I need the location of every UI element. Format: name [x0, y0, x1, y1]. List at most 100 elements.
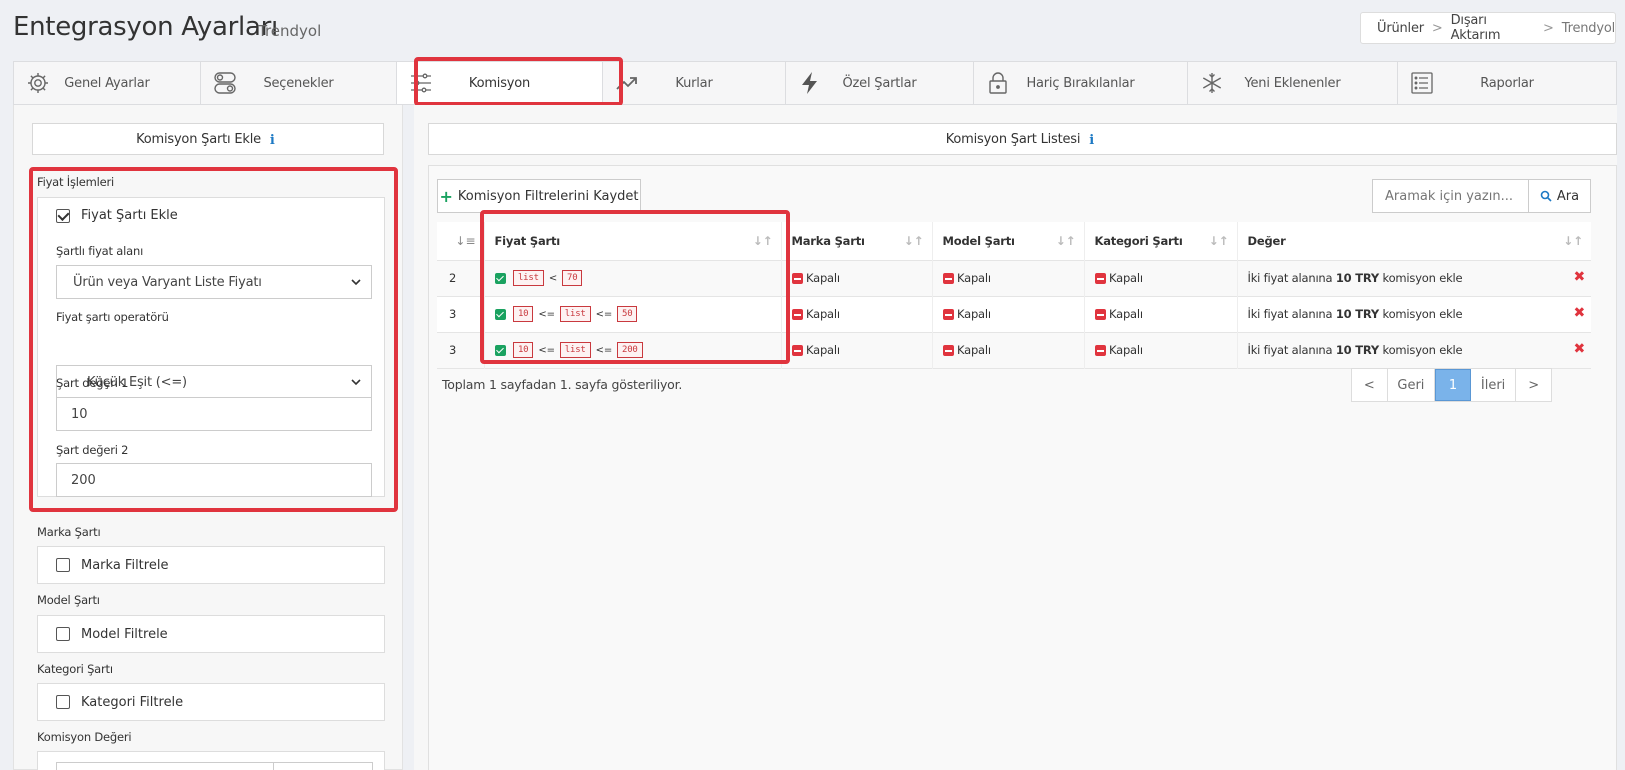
- status-text: Kapalı: [1108, 343, 1143, 357]
- info-icon[interactable]: i: [1089, 133, 1099, 148]
- price-section-label: Fiyat İşlemleri: [37, 175, 115, 189]
- condition-token: 200: [617, 342, 643, 358]
- tab-commission[interactable]: Komisyon: [397, 62, 603, 104]
- brand-filter-toggle[interactable]: Marka Filtrele: [37, 546, 385, 584]
- status-text: Kapalı: [805, 307, 840, 321]
- page-last-button[interactable]: >: [1516, 369, 1551, 401]
- price-condition-cell: list <70: [483, 260, 781, 296]
- value-amount: 10 TRY: [1335, 307, 1380, 321]
- category-section-label: Kategori Şartı: [37, 662, 113, 676]
- column-header[interactable]: Değer ↓↑: [1236, 222, 1591, 260]
- tab-label: Hariç Bırakılanlar: [1026, 75, 1135, 91]
- sort-icon: ↓↑: [1208, 234, 1229, 248]
- delete-icon[interactable]: ✖: [1573, 269, 1585, 285]
- page-prev-button[interactable]: Geri: [1388, 369, 1436, 401]
- column-header[interactable]: Model Şartı ↓↑: [931, 222, 1084, 260]
- breadcrumb: Ürünler > Dışarı Aktarım > Trendyol: [1360, 12, 1616, 44]
- table-row[interactable]: 3 10 <= list <= 200 Kapalı Kapalı Kapalı İki…: [437, 332, 1591, 368]
- brand-condition-cell: Kapalı: [780, 296, 932, 332]
- checkbox-label: Marka Filtrele: [81, 557, 169, 573]
- value-amount: 10 TRY: [1335, 343, 1380, 357]
- commission-unit-select[interactable]: [273, 762, 373, 770]
- column-label: Marka Şartı: [791, 233, 865, 248]
- search-input[interactable]: [1372, 179, 1529, 213]
- sort-icon: ↓↑: [1563, 234, 1583, 248]
- tab-reports[interactable]: Raporlar: [1398, 62, 1616, 104]
- operator-label: Fiyat şartı operatörü: [56, 310, 169, 324]
- delete-icon[interactable]: ✖: [1573, 341, 1585, 357]
- breadcrumb-item: Trendyol: [1561, 20, 1615, 36]
- tab-excluded[interactable]: Hariç Bırakılanlar: [974, 62, 1188, 104]
- brand-filter-checkbox[interactable]: [56, 558, 70, 572]
- check-icon: [494, 308, 506, 320]
- search-icon: [1540, 190, 1552, 202]
- sort-id-header[interactable]: ↓≡: [437, 222, 484, 260]
- panel-title: Komisyon Şart Listesi: [945, 131, 1081, 147]
- page-first-button[interactable]: <: [1352, 369, 1388, 401]
- price-condition-toggle[interactable]: Fiyat Şartı Ekle: [56, 208, 178, 223]
- status-text: Kapalı: [1108, 271, 1143, 285]
- column-header[interactable]: Kategori Şartı ↓↑: [1083, 222, 1237, 260]
- value1-label: Şart değeri 1: [56, 376, 129, 390]
- model-filter-toggle[interactable]: Model Filtrele: [37, 615, 385, 653]
- info-icon[interactable]: i: [270, 133, 280, 148]
- page-next-button[interactable]: İleri: [1471, 369, 1517, 401]
- price-condition-cell: 10 <= list <= 50: [483, 296, 781, 332]
- model-section-label: Model Şartı: [37, 593, 100, 607]
- category-filter-toggle[interactable]: Kategori Filtrele: [37, 683, 385, 721]
- row-id: 2: [449, 271, 457, 285]
- price-field-select[interactable]: Ürün veya Varyant Liste Fiyatı: [56, 265, 372, 299]
- table-row[interactable]: 2 list <70 Kapalı Kapalı Kapalı İki fiyat…: [437, 260, 1591, 296]
- sort-icon: ↓↑: [903, 234, 924, 248]
- brand-condition-cell: Kapalı: [780, 332, 932, 368]
- table-row[interactable]: 3 10 <= list <= 50 Kapalı Kapalı Kapalı İki …: [437, 296, 1591, 332]
- column-label: Kategori Şartı: [1094, 233, 1183, 248]
- condition-token: list: [559, 306, 591, 322]
- breadcrumb-separator: >: [1431, 20, 1443, 36]
- status-text: Kapalı: [956, 271, 991, 285]
- column-header[interactable]: Marka Şartı ↓↑: [780, 222, 932, 260]
- value-cell: İki fiyat alanına 10 TRY komisyon ekle ✖: [1236, 332, 1591, 368]
- tab-label: Raporlar: [1480, 75, 1534, 91]
- value-text: İki fiyat alanına: [1247, 307, 1333, 321]
- pagination-summary: Toplam 1 sayfadan 1. sayfa gösteriliyor.: [442, 377, 683, 392]
- commission-value-input[interactable]: [56, 762, 274, 770]
- status-text: Kapalı: [805, 271, 840, 285]
- price-condition-checkbox[interactable]: [56, 208, 70, 223]
- checkbox-label: Kategori Filtrele: [81, 694, 184, 710]
- condition-operator: <=: [538, 344, 555, 356]
- condition-value-1-input[interactable]: 10: [56, 397, 372, 431]
- model-filter-checkbox[interactable]: [56, 627, 70, 641]
- button-label: Ara: [1556, 188, 1580, 204]
- search-button[interactable]: Ara: [1528, 179, 1591, 213]
- tab-options[interactable]: Seçenekler: [201, 62, 397, 104]
- settings-tabs: Genel Ayarlar Seçenekler Komisyon Kurlar…: [13, 61, 1617, 105]
- panel-title: Komisyon Şartı Ekle: [136, 131, 261, 147]
- disabled-icon: [1094, 309, 1106, 320]
- delete-icon[interactable]: ✖: [1573, 305, 1585, 321]
- model-condition-cell: Kapalı: [931, 260, 1084, 296]
- disabled-icon: [791, 345, 803, 356]
- breadcrumb-item[interactable]: Ürünler: [1377, 21, 1424, 36]
- status-text: Kapalı: [1108, 307, 1143, 321]
- tab-general-settings[interactable]: Genel Ayarlar: [14, 62, 201, 104]
- tab-special-conditions[interactable]: Özel Şartlar: [786, 62, 974, 104]
- tab-label: Kurlar: [675, 75, 713, 91]
- save-filters-button[interactable]: + Komisyon Filtrelerini Kaydet: [437, 179, 641, 213]
- value-cell: İki fiyat alanına 10 TRY komisyon ekle ✖: [1236, 296, 1591, 332]
- page-current-button[interactable]: 1: [1435, 369, 1471, 401]
- checkbox-label: Fiyat Şartı Ekle: [81, 208, 178, 223]
- tab-rates[interactable]: Kurlar: [603, 62, 786, 104]
- tab-new-added[interactable]: Yeni Eklenenler: [1188, 62, 1398, 104]
- breadcrumb-item[interactable]: Dışarı Aktarım: [1451, 13, 1535, 43]
- page-subtitle: Trendyol: [258, 22, 322, 40]
- add-commission-panel: Komisyon Şartı Ekle i Fiyat İşlemleri Fi…: [13, 105, 403, 770]
- condition-operator: <=: [595, 344, 613, 356]
- price-condition-cell: 10 <= list <= 200: [483, 332, 781, 368]
- column-header[interactable]: Fiyat Şartı ↓↑: [483, 222, 781, 260]
- check-icon: [494, 344, 506, 356]
- status-text: Kapalı: [956, 343, 991, 357]
- category-filter-checkbox[interactable]: [56, 695, 70, 709]
- condition-value-2-input[interactable]: 200: [56, 463, 372, 497]
- column-label: Model Şartı: [942, 233, 1015, 248]
